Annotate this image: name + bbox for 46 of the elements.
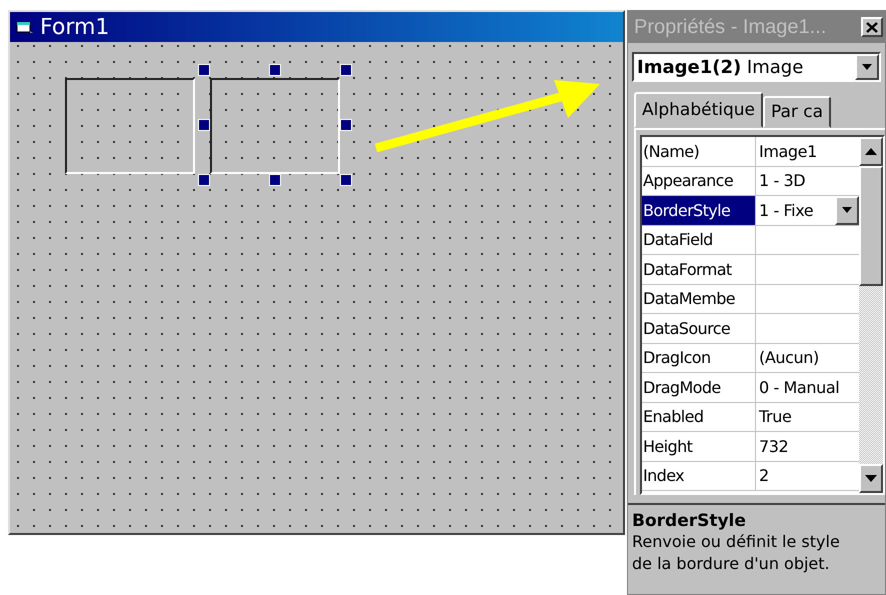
- property-name[interactable]: DataSource: [642, 314, 756, 342]
- property-name[interactable]: DataField: [642, 226, 756, 254]
- caret-icon: [862, 64, 872, 70]
- scrollbar[interactable]: [859, 137, 883, 493]
- caret-icon: [842, 207, 852, 214]
- down-arrow-icon: [865, 475, 877, 482]
- property-value[interactable]: True: [759, 407, 792, 426]
- resize-handle[interactable]: [269, 64, 281, 76]
- description-text: Renvoie ou définit le style de la bordure d'un objet.: [632, 531, 841, 574]
- image-control[interactable]: [197, 63, 353, 189]
- resize-handle[interactable]: [198, 64, 210, 76]
- property-value[interactable]: (Aucun): [759, 348, 819, 368]
- object-dropdown[interactable]: Image1(2) Image: [632, 52, 881, 82]
- property-name[interactable]: Height: [642, 432, 756, 460]
- description-title: BorderStyle: [632, 511, 747, 531]
- property-name[interactable]: DragMode: [642, 373, 756, 402]
- property-name[interactable]: Appearance: [642, 166, 756, 195]
- resize-handle[interactable]: [198, 174, 210, 186]
- up-arrow-icon: [865, 148, 877, 155]
- property-name[interactable]: DataMembe: [642, 284, 756, 313]
- close-button[interactable]: [861, 17, 883, 37]
- dropdown-button[interactable]: [835, 196, 859, 224]
- property-value[interactable]: 1 - Fixe: [759, 200, 814, 220]
- property-value[interactable]: 2: [759, 466, 769, 486]
- window-title: Propriétés - Image1...: [634, 16, 826, 38]
- property-value[interactable]: 1 - 3D: [759, 171, 806, 190]
- resize-handle[interactable]: [340, 119, 352, 131]
- resize-handle[interactable]: [198, 119, 210, 131]
- property-name[interactable]: (Name): [642, 137, 756, 166]
- resize-handle[interactable]: [340, 174, 352, 186]
- form-icon: [16, 20, 34, 34]
- close-icon: [866, 22, 878, 32]
- property-name[interactable]: BorderStyle: [642, 196, 756, 224]
- property-value[interactable]: Image1: [759, 142, 817, 161]
- property-name[interactable]: DataFormat: [642, 255, 756, 284]
- property-name[interactable]: Enabled: [642, 402, 756, 431]
- resize-handle[interactable]: [269, 174, 281, 186]
- tab[interactable]: Alphabétique: [634, 92, 763, 128]
- window-title: Form1: [40, 14, 110, 40]
- property-name[interactable]: DragIcon: [642, 344, 756, 372]
- property-value[interactable]: 732: [759, 436, 788, 456]
- property-value[interactable]: 0 - Manual: [759, 378, 840, 397]
- tab[interactable]: Par ca: [763, 96, 832, 128]
- property-name[interactable]: Index: [642, 462, 756, 490]
- scroll-thumb[interactable]: [859, 166, 883, 286]
- resize-handle[interactable]: [340, 64, 352, 76]
